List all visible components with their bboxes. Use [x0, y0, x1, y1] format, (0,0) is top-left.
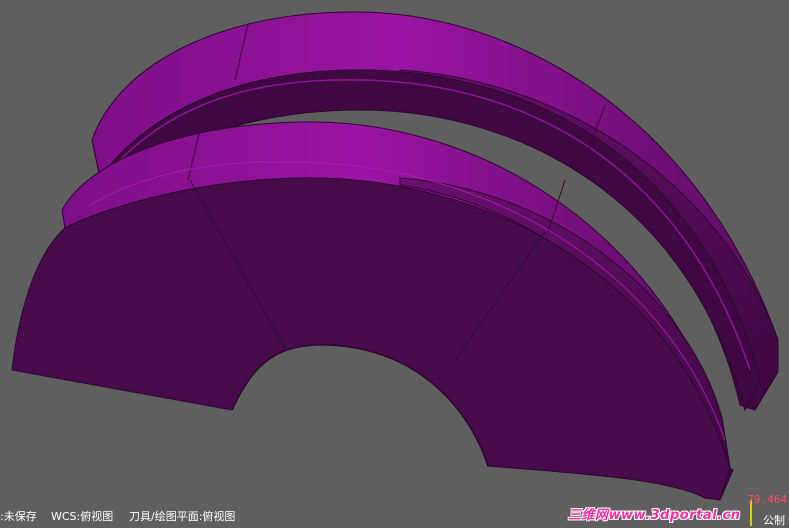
front-face	[11, 177, 731, 501]
tool-plane-status[interactable]: 刀具/绘图平面:俯视图	[129, 507, 235, 526]
graphics-viewport[interactable]	[0, 0, 789, 526]
coordinate-readout: 79.464	[747, 493, 787, 506]
wcs-status[interactable]: WCS:俯视图	[51, 507, 113, 526]
status-bar: :未保存 WCS:俯视图 刀具/绘图平面:俯视图	[0, 507, 789, 526]
part-model	[11, 11, 779, 501]
save-status: :未保存	[0, 510, 37, 523]
